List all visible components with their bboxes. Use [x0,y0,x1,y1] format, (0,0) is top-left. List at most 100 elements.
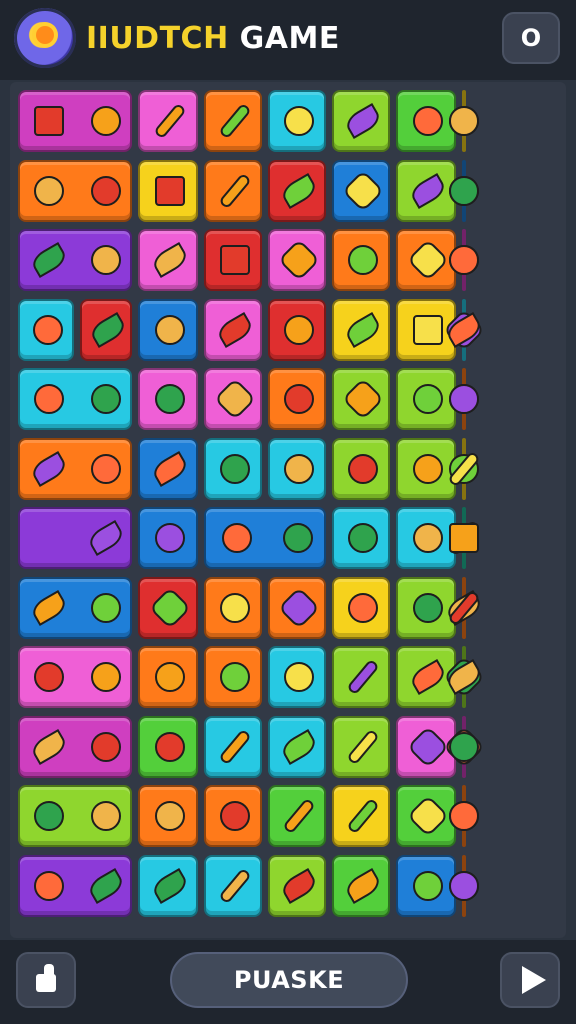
orange-icon [90,384,121,414]
board-tile[interactable] [396,507,456,569]
board-tile[interactable] [396,159,456,222]
board-tile[interactable] [204,507,326,569]
board-tile[interactable] [332,646,390,708]
board-tile[interactable] [268,368,326,430]
board-tile[interactable] [138,90,198,152]
board-tile[interactable] [204,159,262,222]
board-tile[interactable] [449,90,479,152]
donut-icon [33,662,64,692]
board-tile[interactable] [332,854,390,917]
board-tile[interactable] [18,90,132,152]
board-tile[interactable] [268,159,326,222]
leaf-icon [342,867,384,904]
board-tile[interactable] [396,437,456,500]
board-tile[interactable] [18,507,132,569]
board-tile[interactable] [332,437,390,500]
board-tile[interactable] [332,507,390,569]
board-tile[interactable] [268,90,326,152]
board-tile[interactable] [138,159,198,222]
board-tile[interactable] [138,646,198,708]
board-tile[interactable] [442,715,486,778]
board-tile[interactable] [268,298,326,361]
board-tile[interactable] [204,229,262,291]
game-board [10,82,566,938]
pause-button[interactable]: PUASKE [170,952,408,1008]
board-tile[interactable] [447,507,481,569]
board-tile[interactable] [332,159,390,222]
sack-icon [155,662,185,692]
board-tile[interactable] [332,368,390,430]
board-tile[interactable] [396,576,456,639]
board-tile[interactable] [268,229,326,291]
board-tile[interactable] [449,229,479,291]
board-tile[interactable] [268,576,326,639]
board-tile[interactable] [138,507,198,569]
board-tile[interactable] [18,854,132,917]
title-part-2: GAME [239,21,340,56]
board-tile[interactable] [18,785,132,847]
splat-icon [277,586,321,629]
flower-icon [148,586,192,629]
bread-icon [214,311,256,348]
board-tile[interactable] [449,368,479,430]
board-tile[interactable] [396,368,456,430]
board-tile[interactable] [18,368,132,430]
board-tile[interactable] [204,576,262,639]
board-tile[interactable] [396,854,456,917]
board-tile[interactable] [442,298,486,361]
board-tile[interactable] [449,159,479,222]
board-tile[interactable] [138,854,198,917]
restart-button[interactable]: O [502,12,560,64]
board-tile[interactable] [18,229,132,291]
board-tile[interactable] [18,646,132,708]
board-tile[interactable] [449,785,479,847]
board-tile[interactable] [396,229,456,291]
board-tile[interactable] [138,229,198,291]
board-tile[interactable] [204,785,262,847]
board-tile[interactable] [396,785,456,847]
board-tile[interactable] [447,437,481,500]
board-tile[interactable] [443,576,485,639]
board-tile[interactable] [138,576,198,639]
board-tile[interactable] [332,90,390,152]
board-tile[interactable] [138,785,198,847]
board-tile[interactable] [204,437,262,500]
board-tile[interactable] [204,90,262,152]
board-tile[interactable] [138,298,198,361]
play-button[interactable] [500,952,560,1008]
board-tile[interactable] [138,715,198,778]
board-tile[interactable] [268,437,326,500]
board-tile[interactable] [18,576,132,639]
board-tile[interactable] [138,368,198,430]
board-tile[interactable] [332,298,390,361]
orange-icon [90,801,121,831]
board-tile[interactable] [332,785,390,847]
board-tile[interactable] [18,715,132,778]
pickle-icon [407,658,449,696]
board-tile[interactable] [268,854,326,917]
board-tile[interactable] [268,715,326,778]
board-tile[interactable] [204,646,262,708]
board-tile[interactable] [449,854,479,917]
board-tile[interactable] [138,437,198,500]
board-tile[interactable] [80,298,132,361]
board-tile[interactable] [396,90,456,152]
board-tile[interactable] [18,437,132,500]
board-tile[interactable] [268,646,326,708]
board-tile[interactable] [18,159,132,222]
orange-icon [220,592,250,623]
board-tile[interactable] [204,854,262,917]
board-tile[interactable] [442,646,486,708]
board-tile[interactable] [268,785,326,847]
board-tile[interactable] [18,298,74,361]
avocado-icon [348,523,378,553]
board-tile[interactable] [332,715,390,778]
board-tile[interactable] [332,229,390,291]
board-tile[interactable] [204,298,262,361]
board-tile[interactable] [332,576,390,639]
board-tile[interactable] [204,715,262,778]
bin-icon [155,175,185,206]
lemon-icon [449,870,479,901]
board-tile[interactable] [204,368,262,430]
thumbs-up-button[interactable] [16,952,76,1008]
